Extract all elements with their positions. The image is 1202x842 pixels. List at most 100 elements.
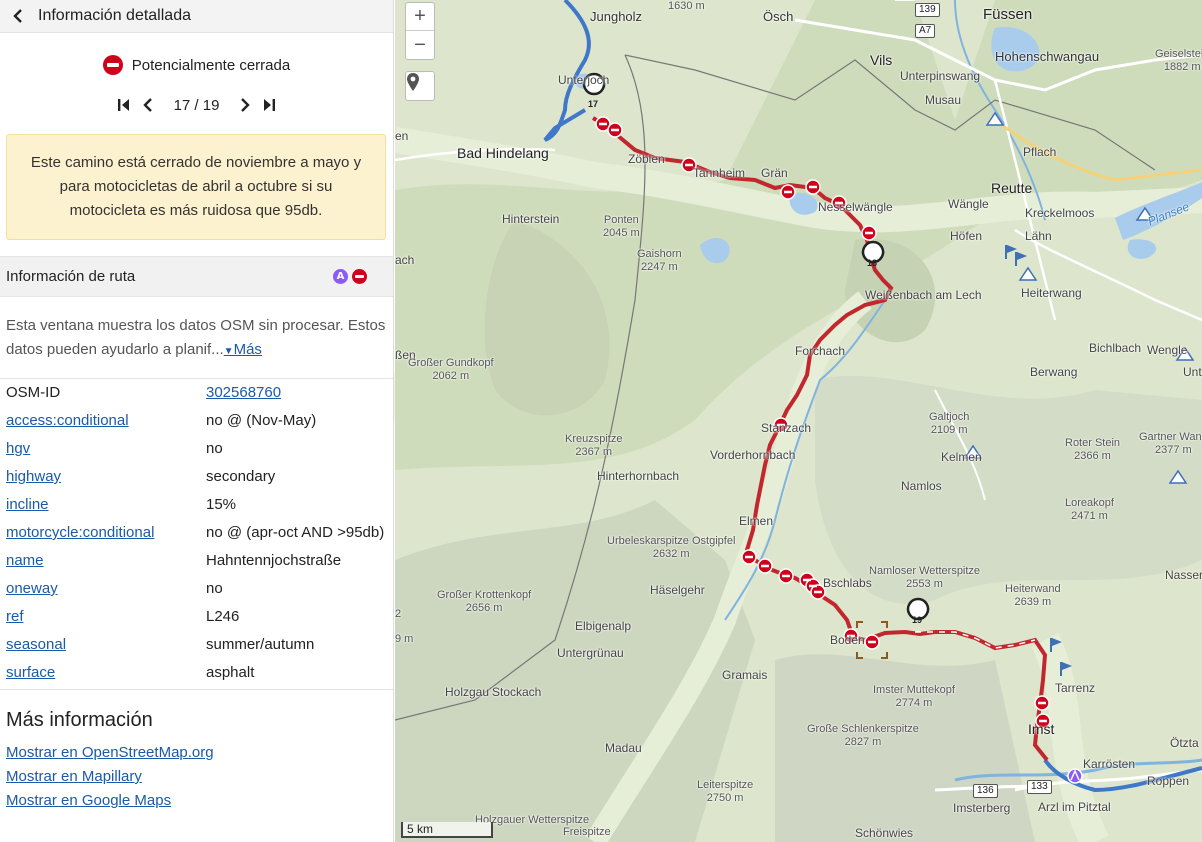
tag-key-link[interactable]: name: [6, 549, 206, 573]
openstreetmap-link[interactable]: Mostrar en OpenStreetMap.org: [6, 741, 387, 765]
tag-row: OSM-ID 302568760: [0, 379, 393, 407]
map-label: Hohenschwangau: [995, 49, 1100, 64]
tag-row: motorcycle:conditional no @ (apr-oct AND…: [0, 519, 393, 547]
tag-value: no: [206, 440, 223, 457]
last-button[interactable]: [257, 95, 281, 115]
tag-row: seasonal summer/autumn: [0, 631, 393, 659]
peak-label: Roter Stein 2366 m: [1065, 437, 1120, 463]
locate-button[interactable]: [405, 71, 435, 101]
tag-row: ref L246: [0, 603, 393, 631]
more-link[interactable]: ▼Más: [224, 341, 262, 358]
tag-value: 15%: [206, 496, 237, 513]
tag-key-link[interactable]: highway: [6, 465, 206, 489]
map-label: Hinterhornbach: [597, 469, 680, 483]
map-label: Unt: [1183, 365, 1202, 379]
peak-altitude: 9 m: [395, 633, 414, 645]
tag-key-link[interactable]: surface: [6, 661, 206, 685]
map-label: Berwang: [1030, 365, 1078, 379]
closure-status-label: Potencialmente cerrada: [131, 56, 291, 74]
map-label: Holzgau: [445, 685, 490, 699]
map-label: Namlos: [901, 479, 942, 493]
map-label: Pflach: [1023, 145, 1057, 159]
map-label: Untergrünau: [557, 646, 624, 660]
map-label: Imst: [1028, 721, 1055, 737]
map-label: Musau: [925, 93, 962, 107]
scale-label: 5 km: [407, 822, 434, 836]
peak-label: Große Schlenkerspitze 2827 m: [807, 723, 919, 749]
zoom-in-button[interactable]: +: [406, 3, 434, 31]
map-label: Tannheim: [693, 166, 746, 180]
zoom-out-button[interactable]: −: [406, 31, 434, 59]
peak-label: Geiselstein1882 m: [1155, 48, 1202, 74]
tag-value: no @ (Nov-May): [206, 412, 317, 429]
peak-label: Loreakopf 2471 m: [1065, 497, 1114, 523]
google-maps-link[interactable]: Mostrar en Google Maps: [6, 789, 387, 813]
map-label: Roppen: [1147, 774, 1190, 788]
tag-key-link[interactable]: oneway: [6, 577, 206, 601]
tag-key-link[interactable]: incline: [6, 493, 206, 517]
tag-value: no @ (apr-oct AND >95db): [206, 524, 385, 541]
peak-label: Gartner Wand 2377 m: [1139, 431, 1202, 457]
panel-header: Información detallada: [0, 0, 393, 33]
map-label: Weißenbach am Lech: [865, 288, 982, 302]
map-label: Karrösten: [1083, 757, 1136, 771]
map-label: Schönwies: [855, 826, 914, 840]
map-label: Madau: [605, 741, 642, 755]
peak-name: Ponten: [603, 214, 639, 226]
previous-button[interactable]: [136, 95, 160, 115]
map-pin-icon: [407, 73, 419, 91]
tag-row: name Hahntennjochstraße: [0, 547, 393, 575]
map-canvas[interactable]: 17 18 19 139 A7 136 133 Jungholz Ösch Fü…: [395, 0, 1202, 842]
tag-row: surface asphalt: [0, 659, 393, 687]
peak-altitude: 2367 m: [575, 446, 613, 458]
map-label: Elbigenalp: [575, 619, 632, 633]
peak-name: Geiselstein: [1155, 48, 1202, 60]
map-label: Unterpinswang: [900, 69, 981, 83]
waypoint-18[interactable]: 18: [867, 257, 877, 270]
tag-value: L246: [206, 608, 240, 625]
map-label: Ösch: [763, 9, 794, 24]
map-label: Jungholz: [590, 9, 643, 24]
peak-altitude: 2377 m: [1154, 444, 1192, 456]
tag-key-link[interactable]: seasonal: [6, 633, 206, 657]
map-label: Boden: [830, 633, 865, 647]
tag-key-link[interactable]: motorcycle:conditional: [6, 521, 206, 545]
tag-key-link[interactable]: hgv: [6, 437, 206, 461]
map-label: Gramais: [722, 668, 768, 682]
peak-altitude: 2827 m: [844, 736, 882, 748]
more-info-links: Mostrar en OpenStreetMap.org Mostrar en …: [0, 732, 393, 813]
chevron-left-icon: [142, 98, 152, 112]
tag-key-link[interactable]: access:conditional: [6, 409, 206, 433]
panel-title: Información detallada: [38, 7, 191, 24]
road-badge: A7: [915, 24, 936, 38]
tag-key-link[interactable]: ref: [6, 605, 206, 629]
map-label: Vils: [870, 52, 893, 68]
peak-name: Großer Krottenkopf: [437, 589, 532, 601]
road-badge: 139: [915, 3, 940, 17]
peak-label: Leiterspitze 2750 m: [697, 779, 753, 805]
first-button[interactable]: [112, 95, 136, 115]
map-label: Wengle: [1147, 343, 1188, 357]
waypoint-19[interactable]: 19: [912, 614, 922, 627]
tag-value: secondary: [206, 468, 276, 485]
peak-name: Imster Muttekopf: [873, 684, 955, 696]
mapillary-link[interactable]: Mostrar en Mapillary: [6, 765, 387, 789]
map-label: Reutte: [991, 180, 1033, 196]
map-label: Imsterberg: [953, 801, 1011, 815]
next-button[interactable]: [233, 95, 257, 115]
peak-name: Kreuzspitze: [565, 433, 623, 445]
peak-label: Gaishorn 2247 m: [637, 248, 682, 274]
peak-altitude: 2: [395, 608, 402, 620]
back-button[interactable]: [8, 6, 28, 26]
peak-name: Freispitze: [563, 826, 611, 838]
waypoint-17[interactable]: 17: [588, 98, 598, 111]
tag-row: oneway no: [0, 575, 393, 603]
map-label: Lähn: [1025, 229, 1052, 243]
peak-name: Gaishorn: [637, 248, 682, 260]
tag-value: no: [206, 580, 223, 597]
osm-id-link[interactable]: 302568760: [206, 381, 387, 405]
tag-key: OSM-ID: [6, 384, 61, 401]
route-info-icons: [333, 269, 367, 284]
osm-tags-table: OSM-ID 302568760 access:conditional no @…: [0, 378, 393, 687]
tag-row: highway secondary: [0, 463, 393, 491]
